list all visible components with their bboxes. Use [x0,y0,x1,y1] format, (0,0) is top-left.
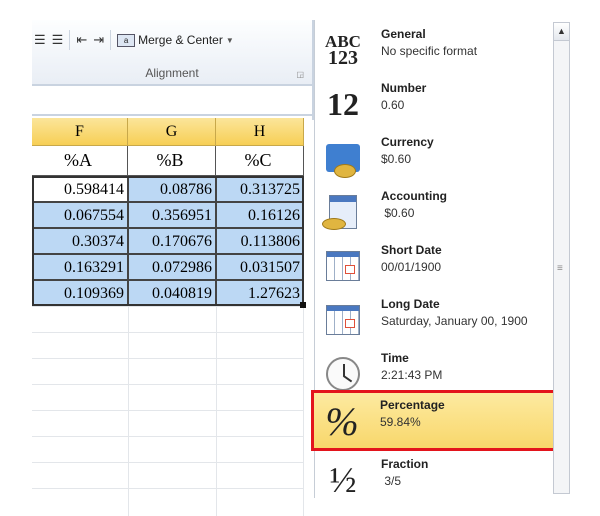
format-title: Long Date [381,297,440,311]
data-cell[interactable]: 1.27623 [216,280,304,306]
number-12-icon: 12 [327,85,359,122]
abc-123-icon: ABC 123 [325,32,361,69]
format-option-short-date[interactable]: Short Date 00/01/1900 [315,238,553,292]
format-sample: 00/01/1900 [381,260,442,274]
format-title: Currency [381,135,434,149]
format-option-time[interactable]: Time 2:21:43 PM [315,346,553,400]
align-right-icon[interactable]: ☰ [52,32,64,48]
data-cell[interactable]: 0.113806 [216,228,304,254]
data-cell[interactable]: 0.072986 [128,254,216,280]
merge-center-label: Merge & Center [138,33,223,47]
format-title: Short Date [381,243,442,257]
data-cell[interactable]: 0.040819 [128,280,216,306]
header-cell[interactable]: %B [128,146,216,176]
data-cell[interactable]: 0.08786 [128,176,216,202]
divider [69,30,71,50]
format-sample: 3/5 [381,474,402,488]
data-cell[interactable]: 0.031507 [216,254,304,280]
scroll-grip-icon[interactable]: ≡ [557,263,563,274]
data-cell[interactable]: 0.109369 [32,280,128,306]
currency-icon [323,138,363,178]
data-cell[interactable]: 0.356951 [128,202,216,228]
calendar-icon [323,246,363,286]
calendar-icon [323,300,363,340]
column-header-h[interactable]: H [216,118,304,146]
increase-indent-icon[interactable]: ⇥ [93,32,104,48]
format-sample: No specific format [381,44,478,58]
format-option-percentage[interactable]: % Percentage 59.84% [311,390,557,451]
format-option-accounting[interactable]: Accounting $0.60 [315,184,553,238]
clock-icon [323,354,363,394]
format-title: Fraction [381,457,429,471]
format-title: Time [381,351,409,365]
decrease-indent-icon[interactable]: ⇤ [76,32,87,48]
formula-bar[interactable] [32,86,314,116]
format-option-fraction[interactable]: ½ Fraction 3/5 [315,452,553,506]
format-sample: $0.60 [381,206,415,220]
format-title: General [381,27,426,41]
format-sample: 0.60 [381,98,405,112]
divider [110,30,112,50]
fraction-icon: ½ [329,460,357,500]
format-title: Percentage [380,398,445,412]
header-cell[interactable]: %C [216,146,304,176]
format-sample: Saturday, January 00, 1900 [381,314,528,328]
column-header-g[interactable]: G [128,118,216,146]
data-cell[interactable]: 0.313725 [216,176,304,202]
format-title: Number [381,81,427,95]
percent-icon: % [325,398,359,444]
column-header-f[interactable]: F [32,118,128,146]
chevron-down-icon[interactable]: ▼ [226,36,234,45]
data-cell[interactable]: 0.30374 [32,228,128,254]
format-sample: 59.84% [380,415,421,429]
data-cell[interactable]: 0.598414 [32,176,128,202]
fill-handle[interactable] [300,302,306,308]
format-option-currency[interactable]: Currency $0.60 [315,130,553,184]
header-cell[interactable]: %A [32,146,128,176]
dialog-launcher-icon[interactable]: ◲ [296,70,304,79]
format-title: Accounting [381,189,447,203]
group-label: Alignment [145,66,199,80]
data-cell[interactable]: 0.163291 [32,254,128,280]
merge-icon: a [117,33,136,47]
scroll-up-arrow-icon[interactable]: ▲ [554,23,569,41]
ribbon-alignment-group: ☰ ☰ ⇤ ⇥ a Merge & Center ▼ Alignment ◲ [32,20,314,86]
format-option-long-date[interactable]: Long Date Saturday, January 00, 1900 [315,292,553,346]
format-option-number[interactable]: 12 Number 0.60 [315,76,553,130]
align-center-icon[interactable]: ☰ [34,32,46,48]
accounting-icon [322,192,363,232]
data-cell[interactable]: 0.067554 [32,202,128,228]
data-cell[interactable]: 0.16126 [216,202,304,228]
format-option-general[interactable]: ABC 123 General No specific format [315,22,553,76]
format-sample: 2:21:43 PM [381,368,443,382]
scrollbar[interactable]: ▲ ≡ [553,22,570,494]
number-format-dropdown: ABC 123 General No specific format 12 Number 0… [311,20,572,500]
merge-center-button[interactable]: a Merge & Center ▼ [117,33,234,47]
format-sample: $0.60 [381,152,412,166]
data-cell[interactable]: 0.170676 [128,228,216,254]
